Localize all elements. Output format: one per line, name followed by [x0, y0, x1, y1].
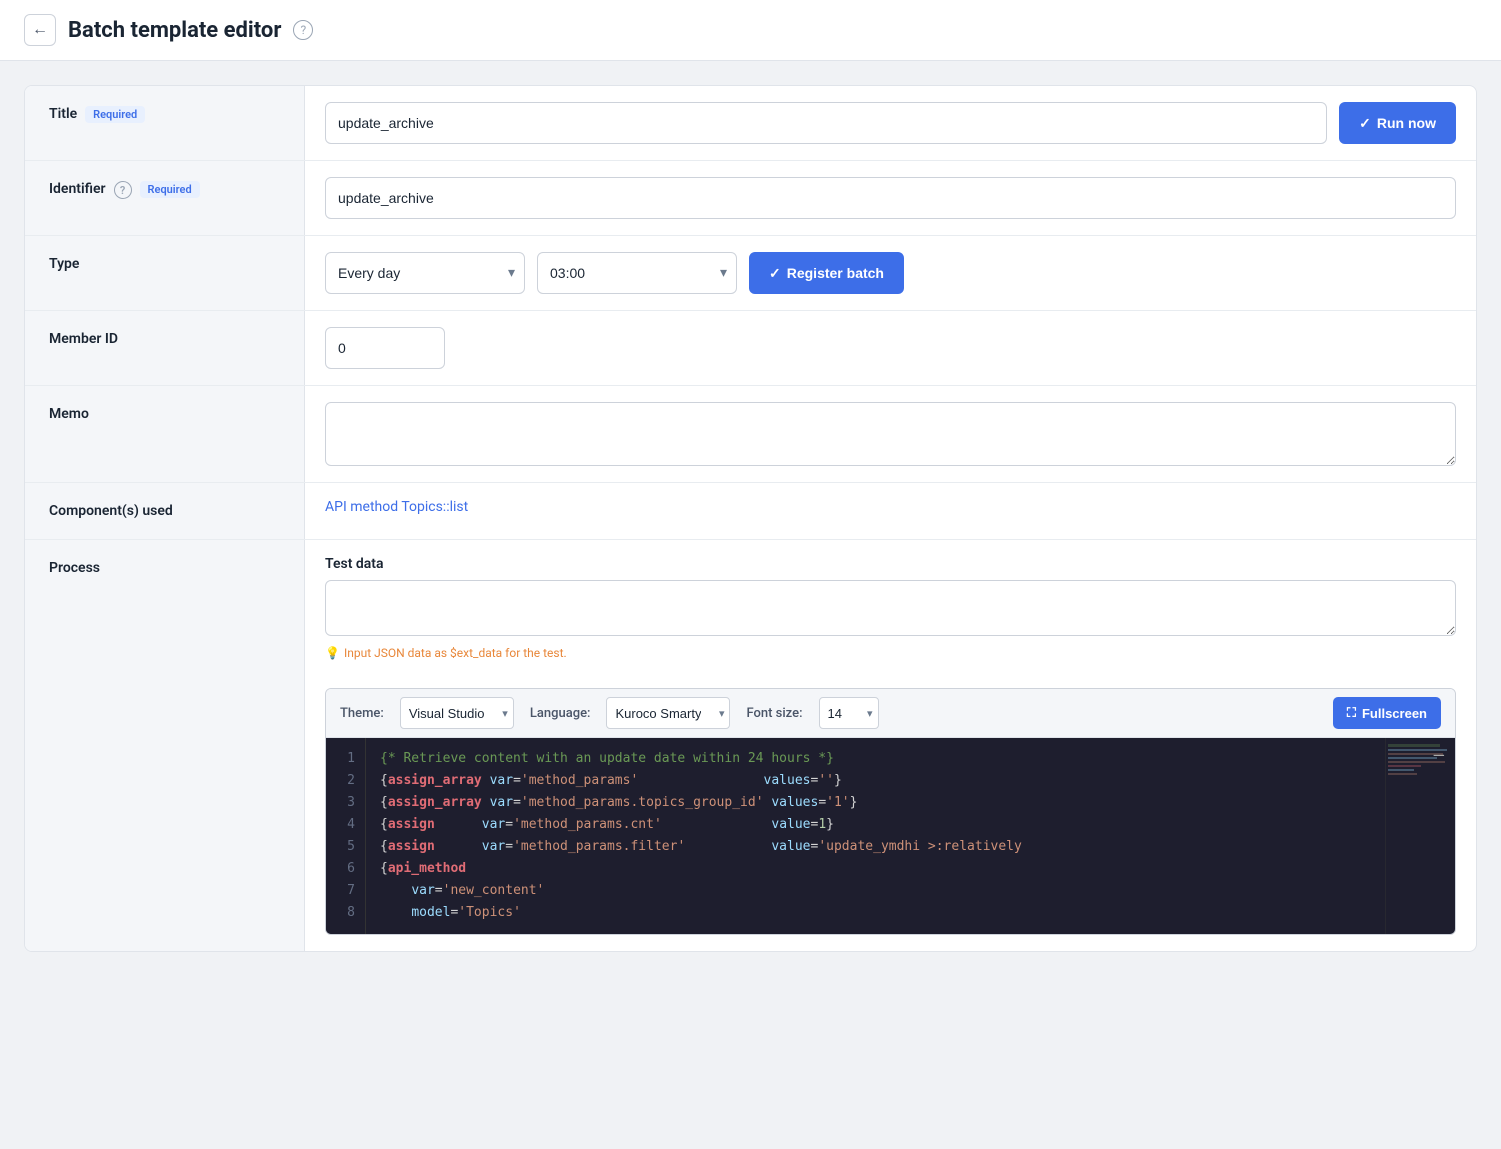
identifier-field — [305, 161, 1476, 235]
test-data-textarea[interactable] — [325, 580, 1456, 636]
components-row: Component(s) used API method Topics::lis… — [25, 483, 1476, 540]
test-data-section: Test data 💡 Input JSON data as $ext_data… — [325, 556, 1456, 660]
memo-label: Memo — [25, 386, 305, 482]
title-required-badge: Required — [85, 106, 145, 123]
line-numbers: 1 2 3 4 5 6 7 8 — [326, 738, 366, 934]
line-7: 7 — [326, 880, 365, 902]
title-label-text: Title — [49, 106, 77, 122]
back-icon: ← — [32, 21, 48, 39]
identifier-label: Identifier ? Required — [25, 161, 305, 235]
register-batch-label: Register batch — [787, 265, 884, 281]
memo-row: Memo — [25, 386, 1476, 483]
fontsize-select-wrap: 12 13 14 16 — [819, 697, 879, 729]
code-line-6: {api_method — [380, 858, 1371, 880]
code-line-8: model='Topics' — [380, 902, 1371, 924]
type-dropdowns: Every day Every hour Every week Every mo… — [325, 252, 1456, 294]
member-id-label: Member ID — [25, 311, 305, 385]
title-input[interactable] — [325, 102, 1327, 144]
check-icon-register: ✓ — [769, 265, 781, 282]
type-row: Type Every day Every hour Every week Eve… — [25, 236, 1476, 311]
title-field: ✓ Run now — [305, 86, 1476, 160]
code-minimap — [1385, 738, 1455, 934]
hint-text-content: Input JSON data as $ext_data for the tes… — [344, 646, 567, 660]
code-line-5: {assign var='method_params.filter' value… — [380, 836, 1371, 858]
line-5: 5 — [326, 836, 365, 858]
fullscreen-icon: ⛶ — [1347, 705, 1356, 721]
title-row: Title Required ✓ Run now — [25, 86, 1476, 161]
check-icon: ✓ — [1359, 115, 1371, 132]
code-line-3: {assign_array var='method_params.topics_… — [380, 792, 1371, 814]
back-button[interactable]: ← — [24, 14, 56, 46]
time-select-wrap: 03:00 00:00 01:00 02:00 04:00 — [537, 252, 737, 294]
code-area: 1 2 3 4 5 6 7 8 {* Retrieve content with… — [326, 738, 1455, 934]
theme-label: Theme: — [340, 706, 384, 721]
identifier-input[interactable] — [325, 177, 1456, 219]
components-value: API method Topics::list — [325, 499, 468, 515]
type-field: Every day Every hour Every week Every mo… — [305, 236, 1476, 310]
components-label-text: Component(s) used — [49, 503, 173, 519]
page-header: ← Batch template editor ? — [0, 0, 1501, 61]
identifier-label-text: Identifier — [49, 181, 106, 197]
identifier-row: Identifier ? Required — [25, 161, 1476, 236]
type-select-wrap: Every day Every hour Every week Every mo… — [325, 252, 525, 294]
line-6: 6 — [326, 858, 365, 880]
code-content[interactable]: {* Retrieve content with an update date … — [366, 738, 1385, 934]
language-select-wrap: Kuroco Smarty PHP HTML — [606, 697, 730, 729]
line-3: 3 — [326, 792, 365, 814]
run-now-label: Run now — [1377, 115, 1436, 131]
page-title: Batch template editor — [68, 18, 281, 43]
components-field: API method Topics::list — [305, 483, 1476, 539]
fontsize-select[interactable]: 12 13 14 16 — [819, 697, 879, 729]
type-label-text: Type — [49, 256, 79, 272]
process-label: Process — [25, 540, 305, 951]
memo-label-text: Memo — [49, 406, 89, 422]
code-line-4: {assign var='method_params.cnt' value=1} — [380, 814, 1371, 836]
process-label-text: Process — [49, 560, 100, 576]
memo-textarea[interactable] — [325, 402, 1456, 466]
page-help-icon[interactable]: ? — [293, 20, 313, 40]
main-content: Title Required ✓ Run now Identifier ? Re… — [0, 61, 1501, 976]
fontsize-label: Font size: — [746, 706, 802, 721]
memo-field — [305, 386, 1476, 482]
question-icon: ? — [301, 23, 307, 37]
code-line-1: {* Retrieve content with an update date … — [380, 748, 1371, 770]
code-editor-container: Theme: Visual Studio Monokai GitHub Lang… — [325, 688, 1456, 935]
theme-select[interactable]: Visual Studio Monokai GitHub — [400, 697, 514, 729]
minimize-icon[interactable]: — — [1427, 744, 1452, 767]
lightbulb-icon: 💡 — [325, 646, 340, 660]
test-data-hint: 💡 Input JSON data as $ext_data for the t… — [325, 646, 1456, 660]
member-id-label-text: Member ID — [49, 331, 118, 347]
components-label: Component(s) used — [25, 483, 305, 539]
editor-toolbar: Theme: Visual Studio Monokai GitHub Lang… — [326, 689, 1455, 738]
type-label: Type — [25, 236, 305, 310]
member-id-field — [305, 311, 1476, 385]
line-2: 2 — [326, 770, 365, 792]
identifier-required-badge: Required — [140, 181, 200, 198]
identifier-help-icon[interactable]: ? — [114, 181, 132, 199]
type-select[interactable]: Every day Every hour Every week Every mo… — [325, 252, 525, 294]
run-now-button[interactable]: ✓ Run now — [1339, 102, 1456, 144]
member-id-row: Member ID — [25, 311, 1476, 386]
language-label: Language: — [530, 706, 591, 721]
process-row: Process Test data 💡 Input JSON data as $… — [25, 540, 1476, 951]
member-id-input[interactable] — [325, 327, 445, 369]
line-1: 1 — [326, 748, 365, 770]
process-field: Test data 💡 Input JSON data as $ext_data… — [305, 540, 1476, 951]
code-line-7: var='new_content' — [380, 880, 1371, 902]
form-card: Title Required ✓ Run now Identifier ? Re… — [24, 85, 1477, 952]
register-batch-button[interactable]: ✓ Register batch — [749, 252, 904, 294]
test-data-label: Test data — [325, 556, 1456, 572]
theme-select-wrap: Visual Studio Monokai GitHub — [400, 697, 514, 729]
time-select[interactable]: 03:00 00:00 01:00 02:00 04:00 — [537, 252, 737, 294]
title-label: Title Required — [25, 86, 305, 160]
language-select[interactable]: Kuroco Smarty PHP HTML — [606, 697, 730, 729]
code-line-2: {assign_array var='method_params' values… — [380, 770, 1371, 792]
fullscreen-button[interactable]: ⛶ Fullscreen — [1333, 697, 1441, 729]
line-4: 4 — [326, 814, 365, 836]
fullscreen-label: Fullscreen — [1362, 706, 1427, 721]
line-8: 8 — [326, 902, 365, 924]
